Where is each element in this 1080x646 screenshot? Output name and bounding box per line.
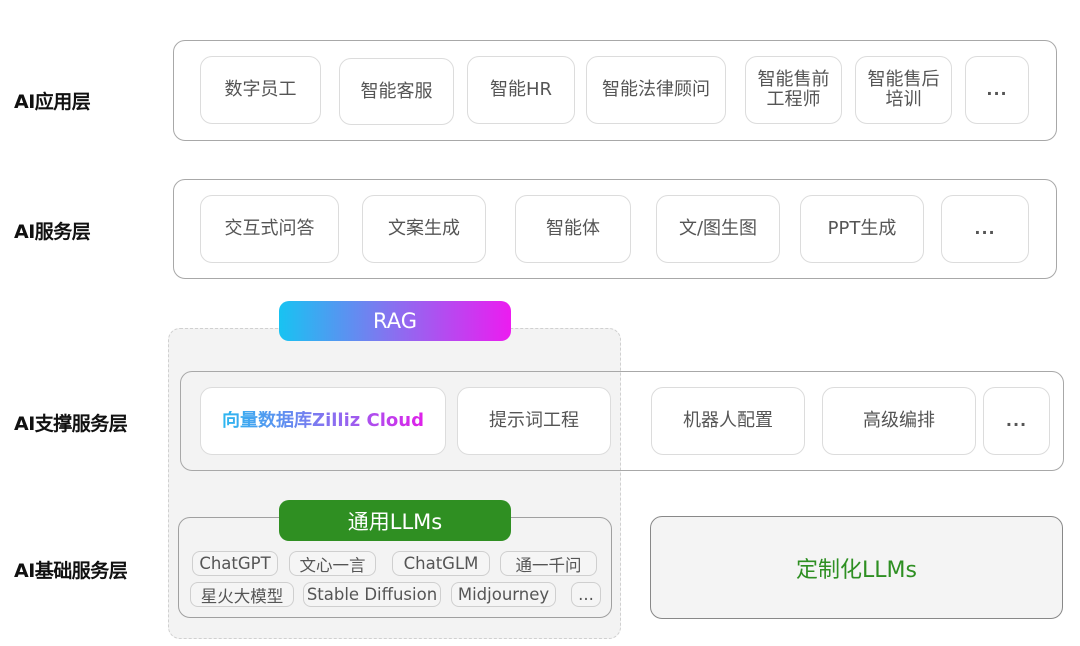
rag-banner: RAG: [279, 301, 511, 341]
llm-chip-wenxin[interactable]: 文心一言: [289, 551, 376, 576]
app-item-smart-legal-advisor[interactable]: 智能法律顾问: [586, 56, 726, 124]
general-llms-banner: 通用LLMs: [279, 500, 511, 541]
service-item-interactive-qa[interactable]: 交互式问答: [200, 195, 339, 263]
support-item-prompt-engineering[interactable]: 提示词工程: [457, 387, 611, 455]
llm-chip-chatgpt[interactable]: ChatGPT: [192, 551, 278, 576]
llm-chip-chatglm[interactable]: ChatGLM: [392, 551, 490, 576]
app-item-more[interactable]: ...: [965, 56, 1029, 124]
llm-chip-more[interactable]: ...: [571, 582, 601, 607]
layer-label-foundation: AI基础服务层: [14, 560, 128, 582]
service-item-copywriting[interactable]: 文案生成: [362, 195, 486, 263]
llm-chip-tongyi[interactable]: 通一千问: [500, 551, 597, 576]
zilliz-cloud-label: 向量数据库Zilliz Cloud: [222, 410, 424, 432]
layer-label-application: AI应用层: [14, 91, 91, 113]
app-item-digital-employee[interactable]: 数字员工: [200, 56, 321, 124]
support-item-more[interactable]: ...: [983, 387, 1050, 455]
app-item-presales-engineer[interactable]: 智能售前 工程师: [745, 56, 842, 124]
custom-llms-box[interactable]: 定制化LLMs: [650, 516, 1063, 619]
app-item-smart-customer-service[interactable]: 智能客服: [339, 58, 454, 125]
app-item-aftersales-training[interactable]: 智能售后 培训: [855, 56, 952, 124]
llm-chip-spark[interactable]: 星火大模型: [190, 582, 294, 607]
layer-label-service: AI服务层: [14, 221, 91, 243]
service-item-agent[interactable]: 智能体: [515, 195, 631, 263]
app-item-smart-hr[interactable]: 智能HR: [467, 56, 575, 124]
llm-chip-midjourney[interactable]: Midjourney: [451, 582, 556, 607]
support-item-advanced-orchestration[interactable]: 高级编排: [822, 387, 976, 455]
llm-chip-stable-diffusion[interactable]: Stable Diffusion: [303, 582, 441, 607]
support-item-bot-config[interactable]: 机器人配置: [651, 387, 805, 455]
service-item-text-image-to-image[interactable]: 文/图生图: [656, 195, 780, 263]
support-item-vector-db-zilliz[interactable]: 向量数据库Zilliz Cloud: [200, 387, 446, 455]
layer-label-support: AI支撑服务层: [14, 413, 128, 435]
service-item-ppt-generation[interactable]: PPT生成: [800, 195, 924, 263]
service-item-more[interactable]: ...: [941, 195, 1029, 263]
